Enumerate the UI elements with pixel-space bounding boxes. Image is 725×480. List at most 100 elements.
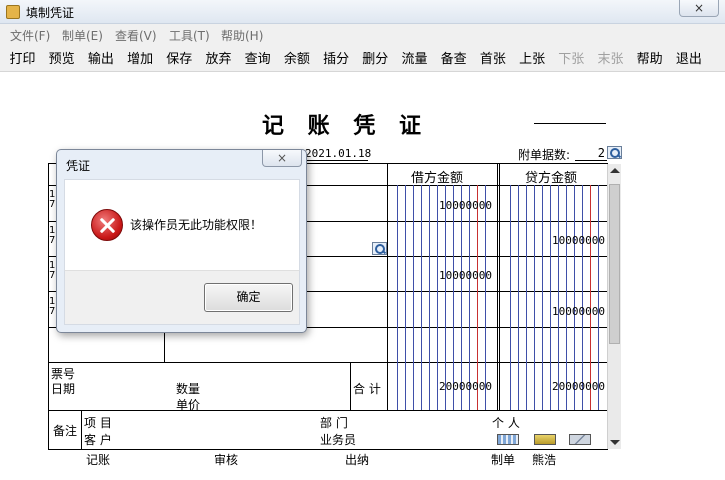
toolbar-button[interactable]: 打印 xyxy=(4,48,41,70)
menu-item[interactable]: 查看(V) xyxy=(115,27,157,44)
toolbar-button[interactable]: 删分 xyxy=(356,48,394,70)
row-cut-text: 17 xyxy=(49,225,56,246)
voucher-title: 记 账 凭 证 xyxy=(262,113,429,139)
voucher-window: 填制凭证 × 文件(F) 制单(E) 查看(V) 工具(T) 帮助(H) 打印 预览 输出增… xyxy=(0,0,725,480)
row4-credit-amount[interactable]: 10000000 xyxy=(552,305,605,318)
salesperson-label: 业务员 xyxy=(320,433,357,447)
toolbar-button[interactable]: 上张 xyxy=(513,48,551,70)
digit-line xyxy=(461,185,462,410)
toolbar-button[interactable]: 流量 xyxy=(396,48,433,70)
person-label: 个 人 xyxy=(492,416,520,430)
grid-vertical-scrollbar[interactable] xyxy=(607,164,621,449)
cashier-label: 出纳 xyxy=(345,453,370,467)
dialog-body: 该操作员无此功能权限！ xyxy=(64,179,300,270)
digit-line xyxy=(550,185,551,410)
digit-line xyxy=(582,185,583,410)
unit-price-label: 单价 xyxy=(176,398,201,412)
toolbar-button[interactable]: 增加 xyxy=(121,48,159,70)
project-label: 项 目 xyxy=(84,416,112,430)
digit-line xyxy=(518,185,519,410)
toolbar-button[interactable]: 帮助 xyxy=(631,48,669,70)
toolbar-button[interactable]: 末张 xyxy=(592,48,629,70)
toolbar: 打印 预览 输出 增加 保存 放弃 查询 余额 插分 删分 流量 备查 首张 上张 下张 末张 帮助 退出 xyxy=(0,45,725,72)
dialog-footer: 确定 xyxy=(64,270,300,325)
window-title: 填制凭证 xyxy=(26,6,75,20)
column-line xyxy=(81,410,82,450)
toolbar-button[interactable]: 备查 xyxy=(435,48,473,70)
permission-error-dialog: 凭证 × 该操作员无此功能权限！ 确定 xyxy=(56,149,307,333)
digit-line xyxy=(598,185,599,410)
menu-item[interactable]: 制单(E) xyxy=(62,27,103,44)
attachments-lookup-icon[interactable] xyxy=(607,146,622,159)
digit-line xyxy=(485,185,486,410)
attachments-underline xyxy=(575,160,607,161)
auditor-label: 审核 xyxy=(214,453,239,467)
attachments-label: 附单据数: xyxy=(518,148,571,162)
edit-icon[interactable] xyxy=(569,434,591,445)
window-close-button[interactable]: × xyxy=(679,0,719,17)
note-icon[interactable] xyxy=(534,434,556,445)
digit-line xyxy=(542,185,543,410)
account-lookup-icon[interactable] xyxy=(372,242,387,255)
decimal-line xyxy=(477,185,478,410)
toolbar-button[interactable]: 首张 xyxy=(474,48,512,70)
row-cut-text: 17 xyxy=(49,189,56,210)
bookkeeper-label: 记账 xyxy=(86,453,111,467)
digit-line xyxy=(566,185,567,410)
row-cut-text: 17 xyxy=(49,296,56,317)
menu-item[interactable]: 工具(T) xyxy=(169,27,210,44)
menu-item[interactable]: 文件(F) xyxy=(10,27,50,44)
customer-label: 客 户 xyxy=(84,433,112,447)
dialog-close-button[interactable]: × xyxy=(262,150,302,167)
scroll-down-icon[interactable] xyxy=(610,440,620,445)
digit-line xyxy=(453,185,454,410)
column-line xyxy=(499,163,500,410)
toolbar-button[interactable]: 插分 xyxy=(317,48,355,70)
digit-line xyxy=(421,185,422,410)
digit-line xyxy=(405,185,406,410)
dialog-title: 凭证 xyxy=(66,159,91,173)
toolbar-button[interactable]: 放弃 xyxy=(200,48,237,70)
toolbar-button[interactable]: 余额 xyxy=(278,48,316,70)
scrollbar-thumb[interactable] xyxy=(609,184,620,344)
digit-line xyxy=(397,185,398,410)
digit-line xyxy=(574,185,575,410)
digit-line xyxy=(469,185,470,410)
decimal-line xyxy=(590,185,591,410)
row3-debit-amount[interactable]: 10000000 xyxy=(439,269,492,282)
department-label: 部 门 xyxy=(320,416,348,430)
digit-line xyxy=(445,185,446,410)
digit-line xyxy=(429,185,430,410)
project-detail-icon[interactable] xyxy=(497,434,519,445)
digit-line xyxy=(510,185,511,410)
digit-line xyxy=(437,185,438,410)
menu-item[interactable]: 帮助(H) xyxy=(221,27,263,44)
digit-line xyxy=(534,185,535,410)
row-separator xyxy=(48,410,608,411)
credit-amount-header: 贷方金额 xyxy=(525,171,578,186)
debit-amount-header: 借方金额 xyxy=(411,171,464,186)
scroll-up-icon[interactable] xyxy=(610,168,620,173)
toolbar-button[interactable]: 保存 xyxy=(160,48,198,70)
toolbar-button[interactable]: 下张 xyxy=(552,48,590,70)
digit-line xyxy=(413,185,414,410)
quantity-label: 数量 xyxy=(176,382,201,396)
toolbar-button[interactable]: 预览 xyxy=(43,48,81,70)
toolbar-button[interactable]: 退出 xyxy=(670,48,708,70)
toolbar-button[interactable]: 输出 xyxy=(82,48,120,70)
date-underline xyxy=(298,160,368,161)
remarks-label: 备注 xyxy=(53,424,78,438)
total-credit-amount: 20000000 xyxy=(552,380,605,393)
ok-button[interactable]: 确定 xyxy=(204,283,293,312)
digit-line xyxy=(558,185,559,410)
row2-credit-amount[interactable]: 10000000 xyxy=(552,234,605,247)
title-underline xyxy=(534,123,606,124)
app-icon xyxy=(6,5,20,19)
row1-debit-amount[interactable]: 10000000 xyxy=(439,199,492,212)
attachments-count-field[interactable]: 2 xyxy=(575,146,605,160)
grid-border-bottom xyxy=(48,449,608,450)
toolbar-button[interactable]: 查询 xyxy=(239,48,277,70)
voucher-date-field[interactable]: 2021.01.18 xyxy=(305,147,371,160)
column-line xyxy=(350,362,351,410)
row-separator xyxy=(48,362,608,363)
